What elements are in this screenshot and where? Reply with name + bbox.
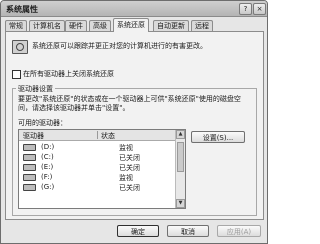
drive-name: (F:) <box>41 173 53 181</box>
close-button[interactable]: × <box>253 3 266 15</box>
tab-system-restore[interactable]: 系统还原 <box>113 18 149 32</box>
panel-description: 系统还原可以跟踪并更正对您的计算机进行的有害更改。 <box>32 42 207 50</box>
disable-all-label[interactable]: 在所有驱动器上关闭系统还原 <box>23 69 114 79</box>
group-description: 要更改"系统还原"的状态或在一个驱动器上可供"系统还原"使用的磁盘空间，请选择该… <box>18 95 241 112</box>
column-divider <box>97 131 98 139</box>
system-restore-icon <box>12 40 28 54</box>
title-bar[interactable]: 系统属性 ? × <box>1 1 267 17</box>
cancel-button[interactable]: 取消 <box>167 225 209 237</box>
drive-name: (D:) <box>41 143 55 151</box>
drive-name: (E:) <box>41 163 54 171</box>
ok-button[interactable]: 确定 <box>117 225 159 237</box>
tab-advanced[interactable]: 高级 <box>89 20 111 31</box>
group-title: 驱动器设置 <box>16 84 55 94</box>
drive-row[interactable]: (G:) 已关闭 <box>19 182 175 192</box>
drive-name: (G:) <box>41 183 55 191</box>
column-header-status[interactable]: 状态 <box>101 131 115 141</box>
drive-list[interactable]: 驱动器 状态 (D:) 监视 (C:) 已关闭 (E:) 已关闭 (F:) 监视… <box>18 129 186 209</box>
scroll-thumb[interactable] <box>177 142 184 172</box>
tab-hardware[interactable]: 硬件 <box>65 20 87 31</box>
hard-drive-icon <box>23 174 36 181</box>
apply-button[interactable]: 应用(A) <box>217 225 261 237</box>
drive-list-header: 驱动器 状态 <box>19 130 175 141</box>
help-button[interactable]: ? <box>239 3 252 15</box>
settings-button[interactable]: 设置(S)... <box>191 131 245 143</box>
drive-row[interactable]: (C:) 已关闭 <box>19 152 175 162</box>
tab-strip: 常规 计算机名 硬件 高级 系统还原 自动更新 远程 <box>5 18 263 32</box>
drive-name: (C:) <box>41 153 54 161</box>
available-drives-label: 可用的驱动器： <box>18 119 67 127</box>
drive-status: 已关闭 <box>119 184 140 192</box>
drive-list-scrollbar[interactable]: ▲ ▼ <box>175 130 185 208</box>
hard-drive-icon <box>23 164 36 171</box>
drive-row[interactable]: (F:) 监视 <box>19 172 175 182</box>
hard-drive-icon <box>23 184 36 191</box>
scroll-down-arrow-icon[interactable]: ▼ <box>176 199 185 208</box>
drive-settings-group: 驱动器设置 要更改"系统还原"的状态或在一个驱动器上可供"系统还原"使用的磁盘空… <box>12 84 257 216</box>
drive-row[interactable]: (E:) 已关闭 <box>19 162 175 172</box>
tab-remote[interactable]: 远程 <box>191 20 213 31</box>
hard-drive-icon <box>23 154 36 161</box>
tab-automatic-updates[interactable]: 自动更新 <box>153 20 189 31</box>
scroll-up-arrow-icon[interactable]: ▲ <box>176 130 185 139</box>
window-title: 系统属性 <box>6 5 38 14</box>
tab-general[interactable]: 常规 <box>5 20 27 31</box>
system-properties-window: 系统属性 ? × 常规 计算机名 硬件 高级 系统还原 自动更新 远程 系统还原… <box>0 0 268 244</box>
drive-row[interactable]: (D:) 监视 <box>19 142 175 152</box>
tab-computer-name[interactable]: 计算机名 <box>29 20 65 31</box>
column-header-drive[interactable]: 驱动器 <box>23 131 44 141</box>
disable-all-checkbox[interactable] <box>12 70 21 79</box>
system-restore-panel: 系统还原可以跟踪并更正对您的计算机进行的有害更改。 在所有驱动器上关闭系统还原 … <box>5 31 264 220</box>
hard-drive-icon <box>23 144 36 151</box>
